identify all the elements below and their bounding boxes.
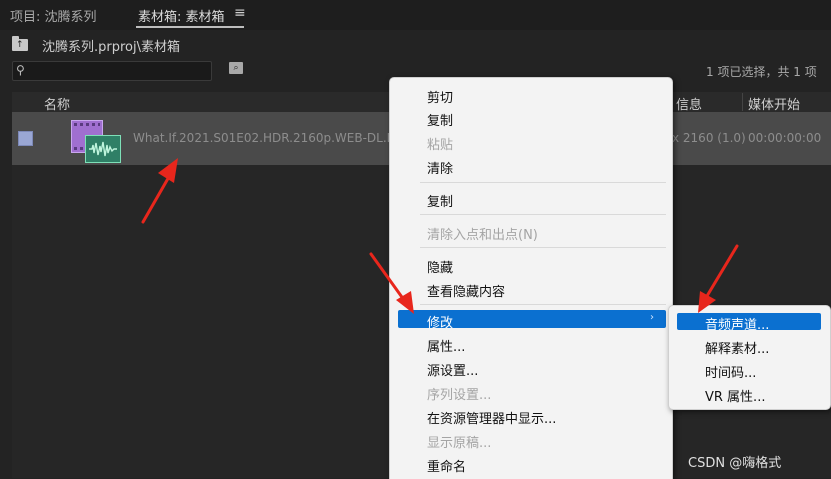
clip-filename: What.If.2021.S01E02.HDR.2160p.WEB-DL.DDP…	[133, 131, 389, 145]
submenu-item-audio-channels[interactable]: 音频声道...	[705, 314, 769, 333]
modify-submenu: 音频声道... 解释素材... 时间码... VR 属性...	[668, 305, 831, 410]
menu-item-paste[interactable]: 粘贴	[427, 134, 453, 153]
menu-separator	[420, 304, 666, 305]
clip-media-start: 00:00:00:00	[748, 131, 822, 145]
submenu-item-timecode[interactable]: 时间码...	[705, 362, 756, 381]
active-tab-indicator	[136, 26, 244, 28]
menu-item-copy[interactable]: 复制	[427, 110, 453, 129]
bin-path: 沈腾系列.prproj\素材箱	[42, 40, 180, 55]
submenu-item-interpret-footage[interactable]: 解释素材...	[705, 338, 769, 357]
menu-separator	[420, 247, 666, 248]
watermark: CSDN @嗨格式	[688, 456, 782, 471]
menu-item-clear[interactable]: 清除	[427, 158, 453, 177]
menu-item-duplicate[interactable]: 复制	[427, 191, 453, 210]
new-search-bin-icon[interactable]: ⌕	[229, 62, 243, 74]
submenu-arrow-icon: ›	[650, 312, 654, 323]
tab-bin[interactable]: 素材箱: 素材箱	[138, 6, 225, 25]
menu-item-cut[interactable]: 剪切	[427, 87, 453, 106]
menu-item-show-original[interactable]: 显示原稿...	[427, 432, 491, 451]
menu-item-hide[interactable]: 隐藏	[427, 257, 453, 276]
clip-label-color-swatch[interactable]	[18, 131, 33, 146]
column-header-media-start[interactable]: 媒体开始	[748, 94, 800, 113]
clip-video-info: x 2160 (1.0)	[672, 131, 746, 145]
menu-item-clear-in-out[interactable]: 清除入点和出点(N)	[427, 224, 538, 243]
tab-project[interactable]: 项目: 沈腾系列	[10, 6, 97, 25]
panel-tab-bar	[0, 0, 831, 30]
audio-waveform-icon	[85, 135, 121, 163]
menu-item-source-settings[interactable]: 源设置...	[427, 360, 478, 379]
selection-status: 1 项已选择，共 1 项	[706, 65, 817, 79]
menu-separator	[420, 182, 666, 183]
menu-item-properties[interactable]: 属性...	[427, 336, 465, 355]
menu-item-rename[interactable]: 重命名	[427, 456, 466, 475]
search-icon: ⚲	[16, 63, 25, 77]
panel-menu-icon[interactable]: ≡	[234, 5, 246, 21]
search-input[interactable]	[12, 61, 212, 81]
context-menu: 剪切 复制 粘贴 清除 复制 清除入点和出点(N) 隐藏 查看隐藏内容 修改 ›…	[389, 77, 673, 479]
menu-item-view-hidden[interactable]: 查看隐藏内容	[427, 281, 505, 300]
menu-item-reveal-in-explorer[interactable]: 在资源管理器中显示...	[427, 408, 556, 427]
menu-separator	[420, 214, 666, 215]
column-divider[interactable]	[742, 93, 743, 111]
folder-up-icon[interactable]: ↑	[12, 36, 28, 51]
submenu-item-vr-properties[interactable]: VR 属性...	[705, 386, 765, 405]
column-header-info[interactable]: 信息	[676, 94, 702, 113]
menu-item-modify[interactable]: 修改	[427, 312, 453, 331]
column-header-name[interactable]: 名称	[44, 94, 70, 113]
menu-item-sequence-settings[interactable]: 序列设置...	[427, 384, 491, 403]
